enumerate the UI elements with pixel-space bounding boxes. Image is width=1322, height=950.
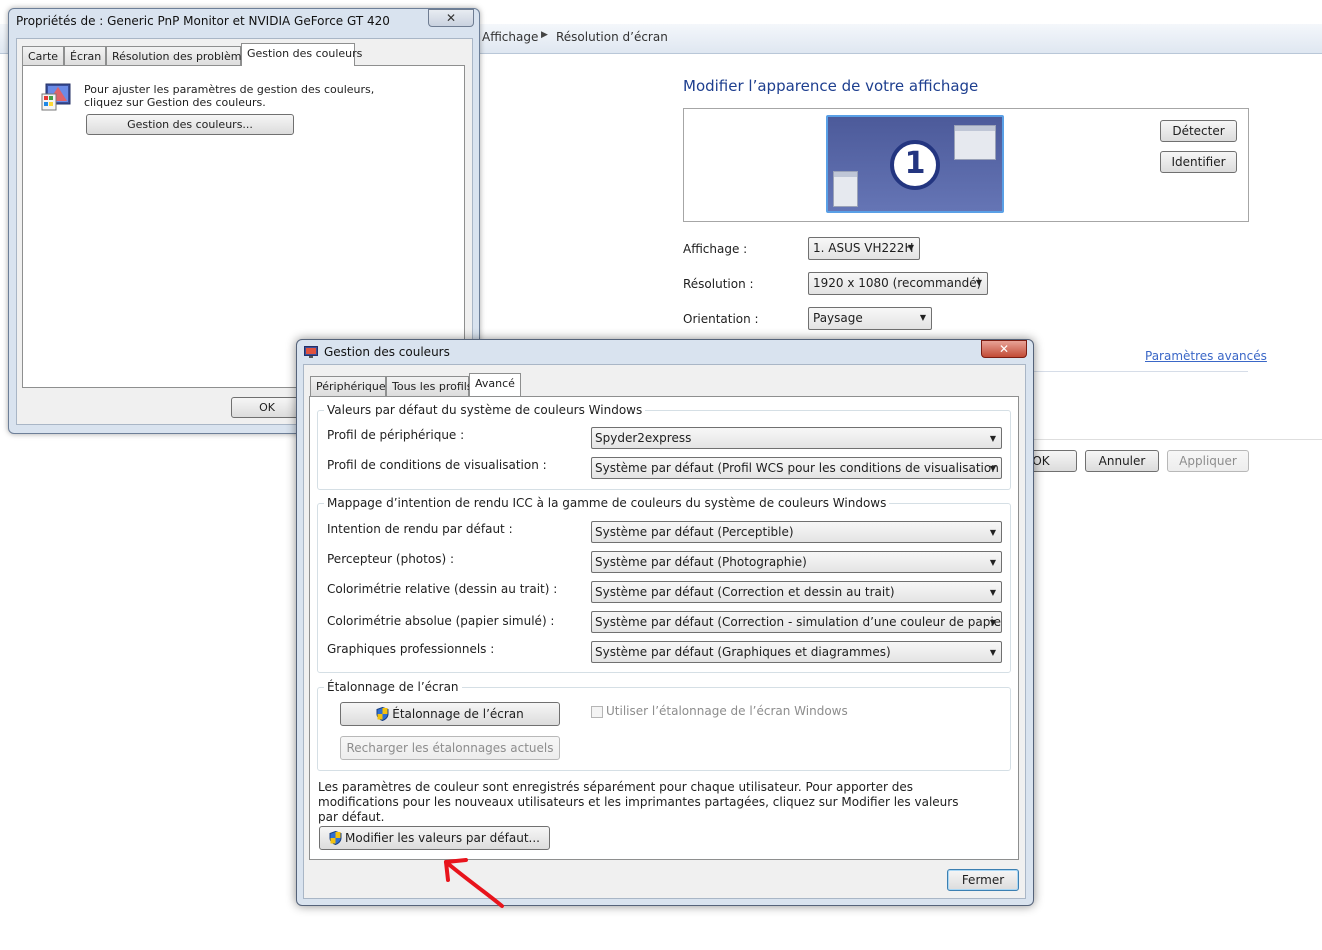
chevron-down-icon: ▼ [989, 648, 996, 657]
tab-troubleshoot[interactable]: Résolution des problèmes [106, 46, 254, 66]
relative-colorimetric-label: Colorimétrie relative (dessin au trait) … [327, 582, 558, 596]
resolution-select-value: 1920 x 1080 (recommandé) [813, 276, 982, 290]
device-profile-select[interactable]: Spyder2express ▼ [591, 427, 1002, 449]
close-icon[interactable]: ✕ [981, 340, 1027, 358]
advanced-settings-link[interactable]: Paramètres avancés [1145, 349, 1267, 363]
default-intent-select[interactable]: Système par défaut (Perceptible) ▼ [591, 521, 1002, 543]
open-color-management-button[interactable]: Gestion des couleurs... [86, 114, 294, 135]
absolute-colorimetric-value: Système par défaut (Correction - simulat… [595, 615, 1002, 629]
device-profile-label: Profil de périphérique : [327, 428, 465, 442]
monitor-number: 1 [904, 146, 926, 181]
color-management-icon [41, 83, 71, 111]
tab-all-profiles[interactable]: Tous les profils [386, 376, 473, 396]
chevron-down-icon: ▼ [919, 313, 926, 322]
display-label: Affichage : [683, 242, 748, 256]
device-profile-value: Spyder2express [595, 431, 692, 445]
orientation-select-value: Paysage [813, 311, 863, 325]
resolution-label: Résolution : [683, 277, 754, 291]
cancel-button[interactable]: Annuler [1085, 450, 1159, 472]
display-select-value: 1. ASUS VH222H [813, 241, 914, 255]
resolution-select[interactable]: 1920 x 1080 (recommandé) ▼ [808, 272, 988, 295]
properties-window-title: Propriétés de : Generic PnP Monitor et N… [16, 14, 390, 28]
close-button[interactable]: Fermer [947, 869, 1019, 891]
group-icc-mapping-title: Mappage d’intention de rendu ICC à la ga… [324, 496, 890, 510]
mini-window-icon [954, 125, 996, 160]
color-management-description: Pour ajuster les paramètres de gestion d… [84, 83, 375, 109]
annotation-arrow-icon [444, 858, 504, 908]
perceptual-select[interactable]: Système par défaut (Photographie) ▼ [591, 551, 1002, 573]
change-system-defaults-label: Modifier les valeurs par défaut... [345, 831, 540, 845]
business-graphics-select[interactable]: Système par défaut (Graphiques et diagra… [591, 641, 1002, 663]
color-dialog-title: Gestion des couleurs [324, 345, 450, 359]
perceptual-label: Percepteur (photos) : [327, 552, 454, 566]
group-display-calibration-title: Étalonnage de l’écran [324, 680, 462, 694]
breadcrumb-screen-resolution[interactable]: Résolution d’écran [556, 30, 668, 44]
apply-button[interactable]: Appliquer [1167, 450, 1249, 472]
reload-calibrations-button[interactable]: Recharger les étalonnages actuels [340, 736, 560, 760]
identify-button[interactable]: Identifier [1160, 151, 1237, 173]
tab-color-management[interactable]: Gestion des couleurs [241, 43, 362, 66]
chevron-down-icon: ▼ [989, 558, 996, 567]
uac-shield-icon [376, 707, 389, 721]
chevron-down-icon: ▼ [989, 588, 996, 597]
relative-colorimetric-value: Système par défaut (Correction et dessin… [595, 585, 895, 599]
properties-ok-button[interactable]: OK [231, 397, 303, 418]
monitor-icon [304, 346, 318, 358]
color-settings-note: Les paramètres de couleur sont enregistr… [318, 780, 959, 824]
viewing-conditions-value: Système par défaut (Profil WCS pour les … [595, 461, 1002, 475]
absolute-colorimetric-select[interactable]: Système par défaut (Correction - simulat… [591, 611, 1002, 633]
calibrate-display-button[interactable]: Étalonnage de l’écran [340, 702, 560, 726]
orientation-label: Orientation : [683, 312, 759, 326]
viewing-conditions-label: Profil de conditions de visualisation : [327, 458, 547, 472]
absolute-colorimetric-label: Colorimétrie absolue (papier simulé) : [327, 614, 555, 628]
use-windows-calibration-label: Utiliser l’étalonnage de l’écran Windows [606, 704, 848, 718]
change-system-defaults-button[interactable]: Modifier les valeurs par défaut... [319, 826, 550, 850]
page-title: Modifier l’apparence de votre affichage [683, 77, 979, 95]
chevron-down-icon: ▼ [989, 434, 996, 443]
group-windows-defaults-title: Valeurs par défaut du système de couleur… [324, 403, 646, 417]
close-icon[interactable]: ✕ [428, 9, 474, 27]
chevron-down-icon: ▼ [907, 243, 914, 252]
breadcrumb-arrow-icon[interactable]: ▶ [541, 30, 548, 40]
viewing-conditions-select[interactable]: Système par défaut (Profil WCS pour les … [591, 457, 1002, 479]
perceptual-value: Système par défaut (Photographie) [595, 555, 807, 569]
default-intent-label: Intention de rendu par défaut : [327, 522, 513, 536]
chevron-down-icon: ▼ [975, 278, 982, 287]
business-graphics-label: Graphiques professionnels : [327, 642, 495, 656]
detect-button[interactable]: Détecter [1160, 120, 1237, 142]
chevron-down-icon: ▼ [989, 464, 996, 473]
default-intent-value: Système par défaut (Perceptible) [595, 525, 794, 539]
relative-colorimetric-select[interactable]: Système par défaut (Correction et dessin… [591, 581, 1002, 603]
display-select[interactable]: 1. ASUS VH222H ▼ [808, 237, 920, 260]
use-windows-calibration-checkbox[interactable] [591, 706, 603, 718]
tab-devices[interactable]: Périphériques [310, 376, 391, 396]
chevron-down-icon: ▼ [989, 528, 996, 537]
orientation-select[interactable]: Paysage ▼ [808, 307, 932, 330]
tab-ecran[interactable]: Écran [64, 46, 106, 66]
uac-shield-icon [329, 831, 342, 845]
tab-advanced[interactable]: Avancé [469, 373, 521, 396]
calibrate-display-label: Étalonnage de l’écran [392, 707, 524, 721]
tab-carte[interactable]: Carte [22, 46, 64, 66]
business-graphics-value: Système par défaut (Graphiques et diagra… [595, 645, 891, 659]
breadcrumb-affichage[interactable]: Affichage [482, 30, 538, 44]
chevron-down-icon: ▼ [989, 618, 996, 627]
mini-window-icon [833, 171, 858, 207]
